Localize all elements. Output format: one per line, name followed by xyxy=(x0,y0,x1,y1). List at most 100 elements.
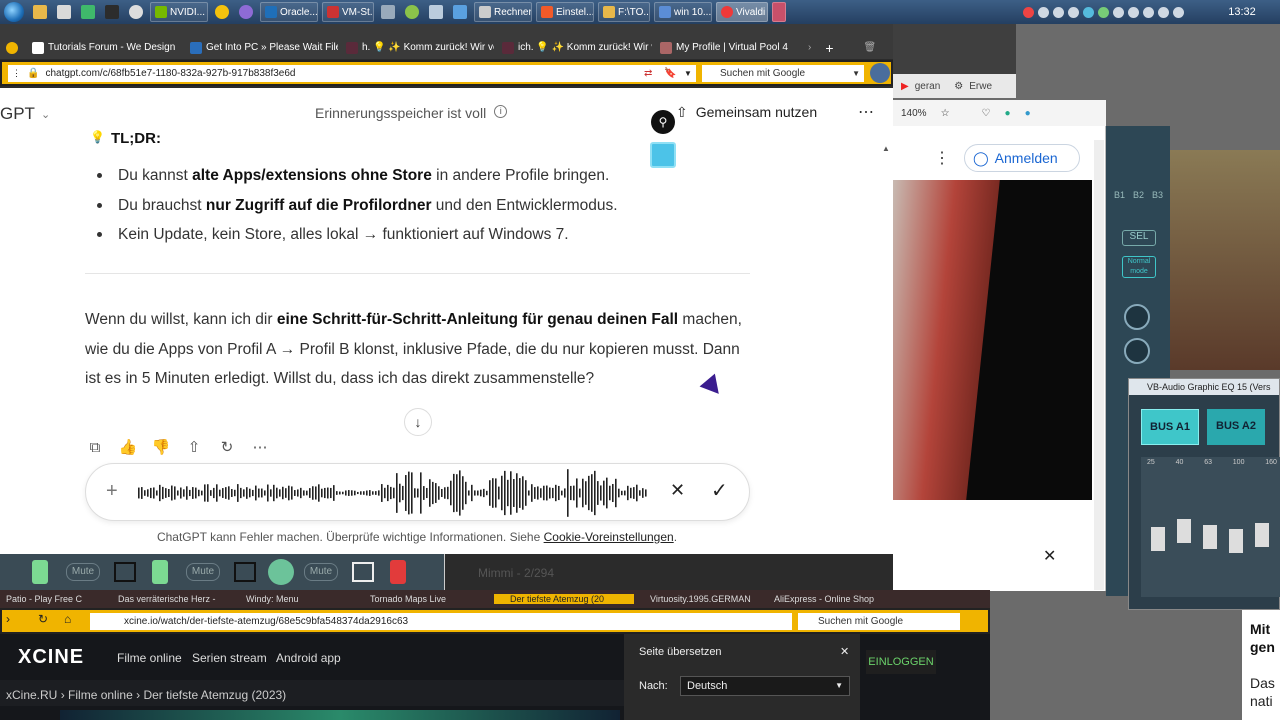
signin-button[interactable]: ◯ Anmelden xyxy=(964,144,1080,172)
chevron-down-icon[interactable]: ▼ xyxy=(684,69,692,78)
task-oracle[interactable]: Oracle... xyxy=(260,2,318,22)
mixer-grid-icon[interactable] xyxy=(352,562,374,582)
bookmark-icon[interactable]: 🔖 xyxy=(664,68,676,79)
browser-tab[interactable]: My Profile | Virtual Pool 4 xyxy=(652,36,802,59)
tray-icon[interactable] xyxy=(1068,6,1079,18)
add-icon[interactable]: + xyxy=(106,480,118,503)
volume-icon[interactable] xyxy=(1173,6,1184,18)
more-options-icon[interactable]: ⋮ xyxy=(934,148,950,168)
heart-icon[interactable]: ♡ xyxy=(982,108,991,119)
start-button[interactable] xyxy=(0,0,28,24)
browser-tab[interactable]: Get Into PC » Please Wait File xyxy=(182,36,338,59)
close-icon[interactable]: ✕ xyxy=(840,645,849,658)
mute-button[interactable]: Mute xyxy=(66,563,100,581)
page-scrollbar[interactable] xyxy=(1094,140,1104,590)
xcine-logo[interactable]: XCINE xyxy=(18,646,84,669)
url-field[interactable]: ⋮ 🔒 chatgpt.com/c/68fb51e7-1180-832a-927… xyxy=(8,65,696,82)
more-icon[interactable]: ⋯ xyxy=(251,438,269,456)
cancel-recording-icon[interactable]: ✕ xyxy=(670,480,685,501)
back-icon[interactable]: › xyxy=(6,612,10,626)
eq-slider[interactable] xyxy=(1177,519,1191,543)
browser-tab[interactable]: Das verräterische Herz - xyxy=(112,594,230,604)
extension-icon[interactable]: ● xyxy=(1005,108,1011,119)
mixer-grid-icon[interactable] xyxy=(234,562,256,582)
video-player[interactable] xyxy=(893,180,1092,500)
thumbs-up-icon[interactable]: 👍 xyxy=(119,438,138,456)
tray-icon[interactable] xyxy=(1053,6,1064,18)
scroll-down-button[interactable]: ↓ xyxy=(404,408,432,436)
task-rechner[interactable]: Rechner xyxy=(474,2,532,22)
share-button[interactable]: ⇧ Gemeinsam nutzen xyxy=(676,104,817,121)
chevron-down-icon[interactable]: ▼ xyxy=(852,69,860,78)
quicklaunch-explorer[interactable] xyxy=(29,1,51,23)
task-einstellungen[interactable]: Einstel... xyxy=(536,2,594,22)
model-selector[interactable]: GPT ⌄ xyxy=(0,104,50,124)
nav-android[interactable]: Android app xyxy=(276,651,341,665)
home-icon[interactable]: ⌂ xyxy=(64,612,71,626)
memory-notice[interactable]: Erinnerungsspeicher ist voll i xyxy=(315,105,508,121)
quicklaunch-green[interactable] xyxy=(401,1,423,23)
network-icon[interactable] xyxy=(1158,6,1169,18)
tray-icon[interactable] xyxy=(1143,6,1154,18)
browser-tab[interactable]: Tornado Maps Live xyxy=(354,594,494,604)
browser-tab[interactable]: Der tiefste Atemzug (20 xyxy=(494,594,634,604)
profile-avatar[interactable] xyxy=(870,63,890,83)
tray-icon[interactable] xyxy=(1113,6,1124,18)
mute-button[interactable]: Mute xyxy=(304,563,338,581)
bus-a2-button[interactable]: BUS A2 xyxy=(1207,409,1265,445)
translate-icon[interactable]: ⇄ xyxy=(644,68,652,79)
pin-icon[interactable]: ⚲ xyxy=(651,110,675,134)
copy-icon[interactable]: ⧉ xyxy=(86,438,104,456)
task-vivaldi[interactable]: Vivaldi xyxy=(716,2,768,22)
star-icon[interactable]: ☆ xyxy=(941,108,950,119)
mute-button[interactable]: Mute xyxy=(186,563,220,581)
mixer-grid-icon[interactable] xyxy=(114,562,136,582)
floating-widget[interactable] xyxy=(650,142,676,168)
knob[interactable] xyxy=(1124,338,1150,364)
browser-tab[interactable]: Windy: Menu xyxy=(230,594,354,604)
nav-serien[interactable]: Serien stream xyxy=(192,651,267,665)
trash-icon[interactable]: 🗑 xyxy=(864,42,877,53)
nav-filme[interactable]: Filme online xyxy=(117,651,182,665)
quicklaunch-editor[interactable] xyxy=(53,1,75,23)
tray-icon[interactable] xyxy=(1038,6,1049,18)
eq-slider[interactable] xyxy=(1229,529,1243,553)
clock[interactable]: 13:32 xyxy=(1212,6,1272,18)
tab-menu[interactable] xyxy=(0,36,24,59)
quicklaunch-monitor[interactable] xyxy=(101,1,123,23)
share-icon[interactable]: ⇧ xyxy=(185,438,203,456)
quicklaunch-chrome[interactable] xyxy=(125,1,147,23)
search-field[interactable]: Suchen mit Google xyxy=(798,613,960,630)
tab-scroll-icon[interactable]: › xyxy=(808,42,811,53)
eq-slider[interactable] xyxy=(1255,523,1269,547)
quicklaunch-chrome-2[interactable] xyxy=(211,1,233,23)
browser-tab[interactable]: Patio - Play Free C xyxy=(0,594,112,604)
url-field[interactable]: xcine.io/watch/der-tiefste-atemzug/68e5c… xyxy=(90,613,792,630)
info-icon[interactable]: i xyxy=(494,105,508,118)
reload-icon[interactable]: ↻ xyxy=(38,612,48,626)
browser-tab[interactable]: Tutorials Forum - We Design xyxy=(24,36,182,59)
eq-slider[interactable] xyxy=(1151,527,1165,551)
tray-icon[interactable] xyxy=(1083,6,1094,18)
normal-mode-button[interactable]: Normal mode xyxy=(1122,256,1156,278)
confirm-recording-icon[interactable]: ✓ xyxy=(711,478,728,503)
mixer-knob[interactable] xyxy=(268,559,294,585)
cookie-settings-link[interactable]: Cookie-Voreinstellungen xyxy=(544,530,674,544)
scrollbar[interactable]: ▲ xyxy=(882,140,890,480)
quicklaunch-grid[interactable] xyxy=(377,1,399,23)
quicklaunch-blue[interactable] xyxy=(449,1,471,23)
thumbs-down-icon[interactable]: 👎 xyxy=(152,438,171,456)
new-tab-icon[interactable]: + xyxy=(825,40,833,56)
tray-icon[interactable] xyxy=(1023,6,1034,18)
login-button[interactable]: EINLOGGEN xyxy=(866,650,936,674)
task-vm-studio[interactable]: VM-St... xyxy=(322,2,374,22)
search-field[interactable]: Suchen mit Google ▼ xyxy=(702,65,864,82)
tray-icon[interactable] xyxy=(1128,6,1139,18)
site-info-icon[interactable]: ⋮ xyxy=(12,68,21,79)
more-options-icon[interactable]: ⋯ xyxy=(858,102,874,122)
language-select[interactable]: Deutsch ▼ xyxy=(680,676,850,696)
task-nvidia[interactable]: NVIDI... xyxy=(150,2,208,22)
browser-tab[interactable]: h. 💡 ✨ Komm zurück! Wir ver xyxy=(338,36,494,59)
tray-icon[interactable] xyxy=(1098,6,1109,18)
quicklaunch-app-green[interactable] xyxy=(77,1,99,23)
